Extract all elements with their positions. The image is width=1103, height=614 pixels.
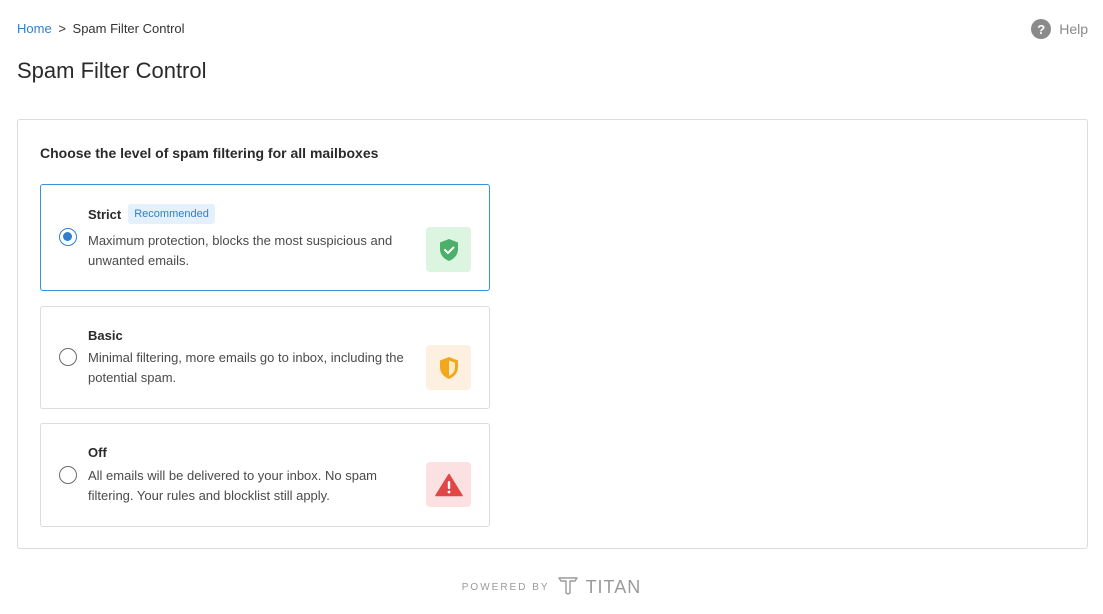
breadcrumb-current: Spam Filter Control [72,21,185,36]
breadcrumb-home-link[interactable]: Home [17,21,52,36]
page-title: Spam Filter Control [17,58,207,83]
help-button[interactable]: ? Help [1031,19,1088,39]
titan-logo-icon [557,575,578,600]
option-off[interactable]: Off All emails will be delivered to your… [40,423,490,527]
option-basic-title: Basic [88,328,123,343]
question-circle-icon: ? [1031,19,1052,39]
card-heading: Choose the level of spam filtering for a… [40,145,379,161]
recommended-badge: Recommended [128,204,215,224]
radio-strict[interactable] [59,228,77,246]
breadcrumb: Home > Spam Filter Control [17,21,185,36]
powered-by-label: POWERED BY [461,582,550,593]
shield-check-icon [426,227,471,272]
breadcrumb-separator: > [58,21,66,36]
titan-brand: TITAN [585,577,642,597]
option-strict[interactable]: Strict Recommended Maximum protection, b… [40,184,490,291]
spam-filter-card: Choose the level of spam filtering for a… [17,119,1088,549]
shield-half-icon [426,345,471,390]
option-basic[interactable]: Basic Minimal filtering, more emails go … [40,306,490,409]
radio-basic[interactable] [59,348,77,366]
help-label: Help [1059,21,1088,37]
option-off-description: All emails will be delivered to your inb… [88,468,378,503]
warning-triangle-icon [426,462,471,507]
radio-off[interactable] [59,466,77,484]
powered-by-footer: POWERED BY TITAN [0,575,1103,600]
option-off-title: Off [88,445,107,460]
option-strict-title: Strict [88,206,122,222]
option-basic-description: Minimal filtering, more emails go to inb… [88,350,404,385]
option-strict-description: Maximum protection, blocks the most susp… [88,233,393,268]
